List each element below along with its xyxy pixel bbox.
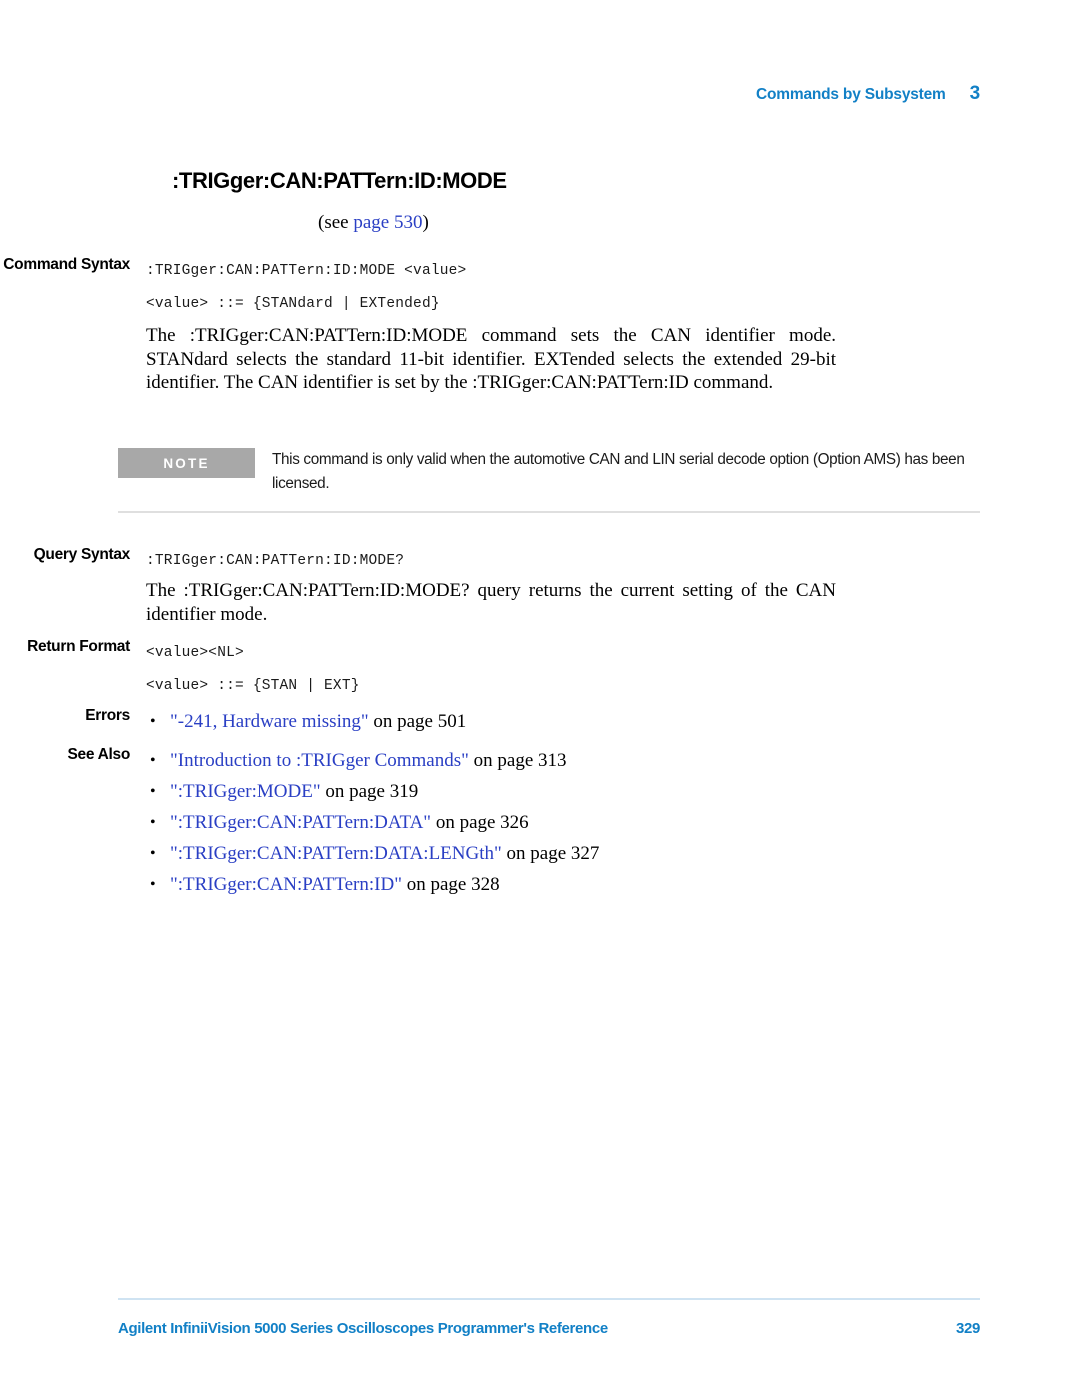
cross-reference-link[interactable]: ":TRIGger:CAN:PATTern:DATA" [170, 812, 431, 833]
cross-reference-page: on page 328 [401, 874, 500, 895]
running-header: Commands by Subsystem 3 [756, 83, 980, 105]
footer-document-title: Agilent InfiniiVision 5000 Series Oscill… [118, 1320, 608, 1337]
errors-label: Errors [85, 707, 130, 724]
command-description-body: The :TRIGger:CAN:PATTern:ID:MODE command… [146, 324, 1080, 395]
cross-reference-link[interactable]: ":TRIGger:CAN:PATTern:DATA:LENGth" [170, 843, 502, 864]
see-also-list: "Introduction to :TRIGger Commands" on p… [146, 745, 1080, 900]
query-syntax-section: Query Syntax :TRIGger:CAN:PATTern:ID:MOD… [0, 545, 1080, 578]
command-syntax-line-2: <value> ::= {STANdard | EXTended} [146, 296, 440, 312]
page-title: :TRIGger:CAN:PATTern:ID:MODE [172, 168, 507, 193]
see-also-body: "Introduction to :TRIGger Commands" on p… [146, 745, 1080, 900]
list-item: "-241, Hardware missing" on page 501 [146, 706, 1080, 737]
see-also-label: See Also [67, 746, 131, 763]
return-format-line-2: <value> ::= {STAN | EXT} [146, 678, 360, 694]
see-suffix-text: ) [422, 212, 429, 233]
command-syntax-section: Command Syntax :TRIGger:CAN:PATTern:ID:M… [0, 255, 1080, 321]
query-syntax-line-1: :TRIGger:CAN:PATTern:ID:MODE? [146, 553, 405, 569]
errors-list: "-241, Hardware missing" on page 501 [146, 706, 1080, 737]
note-badge: NOTE [118, 448, 255, 478]
list-item: ":TRIGger:CAN:PATTern:ID" on page 328 [146, 869, 1080, 900]
cross-reference-page: on page 501 [368, 711, 467, 732]
errors-section: Errors "-241, Hardware missing" on page … [0, 706, 1080, 737]
list-item: ":TRIGger:MODE" on page 319 [146, 776, 1080, 807]
cross-reference-page: on page 313 [468, 750, 567, 771]
return-format-label: Return Format [27, 638, 130, 655]
return-format-line-1: <value><NL> [146, 645, 244, 661]
list-item: ":TRIGger:CAN:PATTern:DATA" on page 326 [146, 807, 1080, 838]
cross-reference-page: on page 326 [431, 812, 529, 833]
cross-reference-link[interactable]: "Introduction to :TRIGger Commands" [170, 750, 469, 771]
see-page-link[interactable]: page 530 [353, 212, 422, 233]
cross-reference-page: on page 327 [501, 843, 600, 864]
cross-reference-link[interactable]: "-241, Hardware missing" [170, 711, 369, 732]
command-syntax-body: :TRIGger:CAN:PATTern:ID:MODE <value> <va… [146, 255, 1080, 321]
command-syntax-line-1: :TRIGger:CAN:PATTern:ID:MODE <value> [146, 263, 467, 279]
see-page-reference: (see page 530) [318, 212, 429, 234]
query-syntax-body: :TRIGger:CAN:PATTern:ID:MODE? [146, 545, 1080, 578]
footer-page-number: 329 [956, 1320, 980, 1337]
return-format-section: Return Format <value><NL> <value> ::= {S… [0, 637, 1080, 703]
command-syntax-label: Command Syntax [3, 256, 130, 273]
cross-reference-page: on page 319 [320, 781, 419, 802]
query-description-section: The :TRIGger:CAN:PATTern:ID:MODE? query … [0, 579, 1080, 626]
running-header-chapter-number: 3 [969, 83, 981, 104]
errors-body: "-241, Hardware missing" on page 501 [146, 706, 1080, 737]
query-syntax-label: Query Syntax [33, 546, 131, 563]
note-text: This command is only valid when the auto… [272, 451, 965, 492]
see-also-section: See Also "Introduction to :TRIGger Comma… [0, 745, 1080, 900]
cross-reference-link[interactable]: ":TRIGger:CAN:PATTern:ID" [170, 874, 402, 895]
list-item: ":TRIGger:CAN:PATTern:DATA:LENGth" on pa… [146, 838, 1080, 869]
list-item: "Introduction to :TRIGger Commands" on p… [146, 745, 1080, 776]
note-callout: NOTE This command is only valid when the… [0, 448, 1080, 496]
see-prefix-text: (see [318, 212, 354, 233]
command-description-text: The :TRIGger:CAN:PATTern:ID:MODE command… [146, 325, 836, 393]
section-divider [118, 511, 980, 513]
page-footer: Agilent InfiniiVision 5000 Series Oscill… [118, 1320, 980, 1337]
cross-reference-link[interactable]: ":TRIGger:MODE" [170, 781, 321, 802]
query-description-body: The :TRIGger:CAN:PATTern:ID:MODE? query … [146, 579, 1080, 626]
command-description-section: The :TRIGger:CAN:PATTern:ID:MODE command… [0, 324, 1080, 395]
query-description-text: The :TRIGger:CAN:PATTern:ID:MODE? query … [146, 580, 836, 625]
footer-divider [118, 1298, 980, 1300]
running-header-title: Commands by Subsystem [756, 86, 946, 103]
return-format-body: <value><NL> <value> ::= {STAN | EXT} [146, 637, 1080, 703]
